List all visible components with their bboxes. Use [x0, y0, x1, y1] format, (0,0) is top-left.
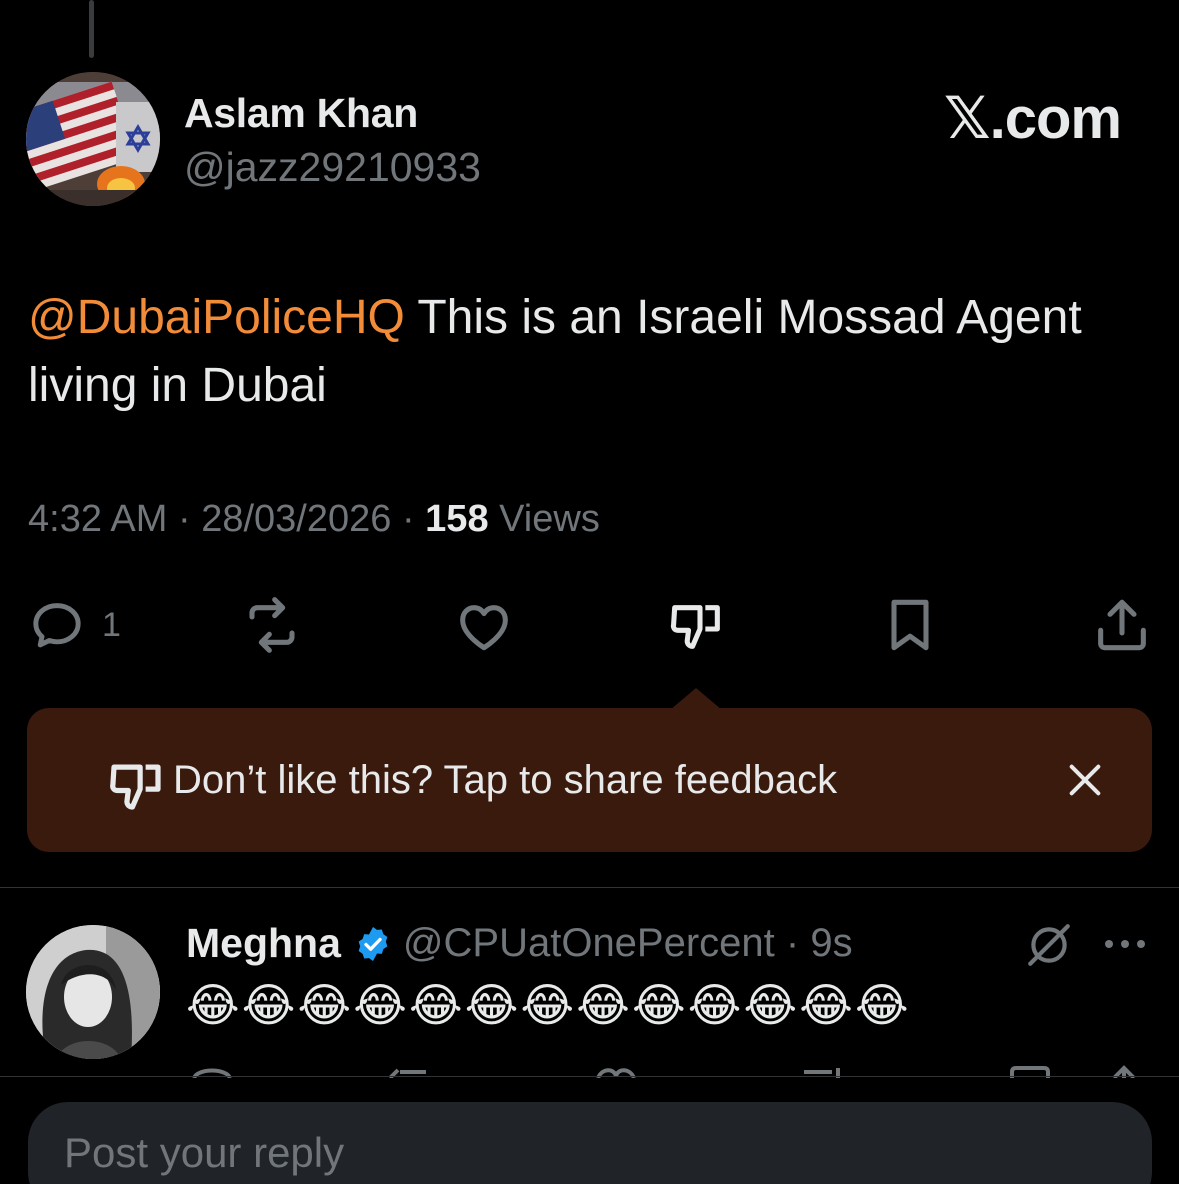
bookmark-icon: [891, 599, 929, 651]
bookmark-button[interactable]: [878, 590, 942, 660]
feedback-tooltip[interactable]: Don’t like this? Tap to share feedback: [27, 708, 1152, 852]
views-label[interactable]: Views: [499, 498, 600, 540]
like-icon: [460, 605, 508, 651]
share-icon: [1098, 599, 1146, 651]
thread-connector-line: [89, 0, 94, 58]
tweet-text: @DubaiPoliceHQ This is an Israeli Mossad…: [28, 284, 1158, 420]
author-name[interactable]: Aslam Khan: [184, 90, 418, 137]
meta-separator: ·: [401, 498, 415, 540]
like-button[interactable]: [452, 590, 516, 660]
composer-divider: [0, 1076, 1179, 1077]
tweet-detail-screen: { "tweet": { "author_name": "Aslam Khan"…: [0, 0, 1179, 1184]
tweet-meta: 4:32 AM · 28/03/2026 · 158 Views: [28, 498, 600, 541]
reply-avatar[interactable]: [26, 925, 160, 1059]
author-handle[interactable]: @jazz29210933: [184, 144, 481, 191]
author-avatar-image: [26, 72, 160, 206]
tooltip-caret: [670, 688, 722, 710]
reply-avatar-image: [26, 925, 160, 1059]
views-count[interactable]: 158: [425, 498, 488, 540]
reply-composer[interactable]: [28, 1102, 1152, 1184]
reply-handle-time[interactable]: @CPUatOnePercent · 9s: [403, 921, 853, 966]
more-icon[interactable]: [1102, 930, 1148, 958]
share-button[interactable]: [1090, 590, 1154, 660]
reply-icon: [33, 603, 81, 648]
reply-input[interactable]: [64, 1122, 1064, 1184]
brand-watermark: 𝕏.com: [943, 86, 1122, 151]
action-bar: 1: [0, 590, 1179, 660]
dislike-icon: [670, 605, 720, 649]
reply-count: 1: [102, 605, 121, 644]
tweet-time[interactable]: 4:32 AM: [28, 498, 167, 540]
reply-body: 😂😂😂😂😂😂😂😂😂😂😂😂😂: [186, 979, 911, 1031]
reply-author-name[interactable]: Meghna: [186, 920, 341, 967]
dislike-button[interactable]: [664, 590, 728, 660]
close-icon[interactable]: [1065, 760, 1105, 800]
meta-separator: ·: [177, 498, 191, 540]
divider: [0, 887, 1179, 888]
grok-icon[interactable]: [1024, 920, 1074, 970]
tweet-date[interactable]: 28/03/2026: [201, 498, 391, 540]
repost-button[interactable]: [240, 590, 304, 660]
reply-header: Meghna @CPUatOnePercent · 9s: [186, 920, 853, 967]
feedback-text[interactable]: Don’t like this? Tap to share feedback: [173, 758, 837, 803]
repost-icon: [249, 597, 295, 653]
author-avatar[interactable]: [26, 72, 160, 206]
mention-link[interactable]: @DubaiPoliceHQ: [28, 291, 405, 344]
verified-badge-icon[interactable]: [353, 924, 393, 964]
reply-button[interactable]: 1: [26, 590, 121, 660]
dislike-icon: [110, 764, 161, 810]
